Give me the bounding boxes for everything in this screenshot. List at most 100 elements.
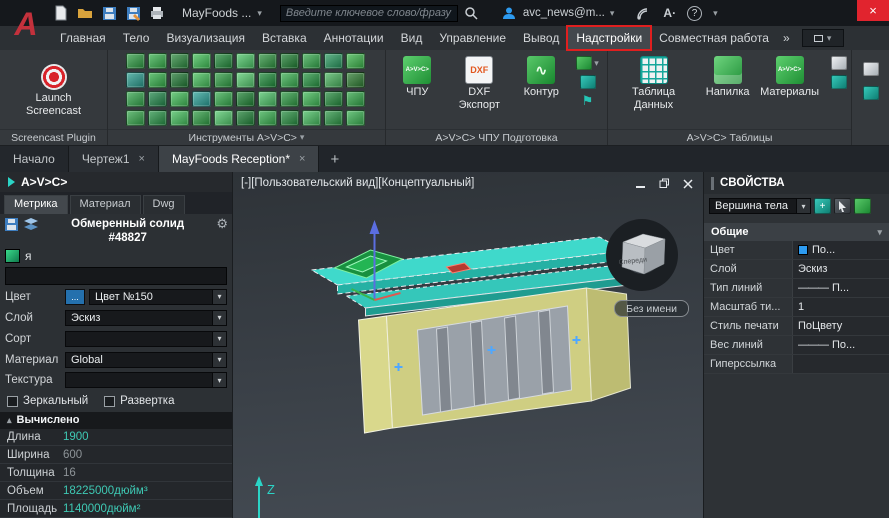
data-table-button[interactable]: Таблица Данных [612, 56, 695, 111]
solid-name-input[interactable] [5, 266, 227, 285]
chevron-down-icon[interactable]: ▾ [212, 331, 226, 346]
cnc-button[interactable]: A>V>C> ЧПУ [394, 56, 440, 99]
chevron-down-icon[interactable]: ▾ [212, 352, 226, 367]
chevron-down-icon[interactable]: ▾ [212, 289, 226, 304]
avc-tool-icon[interactable] [169, 53, 189, 69]
avc-tool-icon[interactable] [235, 72, 255, 88]
tab-vid[interactable]: Вид [393, 27, 431, 49]
avc-tool-icon[interactable] [257, 53, 277, 69]
color-combo[interactable]: Цвет №150 ▾ [89, 288, 227, 305]
mirror-checkbox[interactable]: Зеркальный [7, 395, 88, 407]
autodesk-app-icon[interactable]: A· [663, 6, 676, 20]
avc-tool-icon[interactable] [323, 91, 343, 107]
window-close-button[interactable]: × [857, 0, 889, 21]
prop-row-plot-style[interactable]: Стиль печати ПоЦвету [704, 317, 889, 336]
avc-tool-icon[interactable] [213, 110, 233, 126]
cnc-extra-tool-icon[interactable] [576, 56, 593, 70]
avc-tool-icon[interactable] [345, 91, 365, 107]
avc-tool-icon[interactable] [191, 91, 211, 107]
tab-vstavka[interactable]: Вставка [254, 27, 315, 49]
avc-tool-icon[interactable] [279, 72, 299, 88]
avc-tool-icon[interactable] [235, 91, 255, 107]
avc-tab-material[interactable]: Материал [69, 195, 141, 214]
prop-row-color[interactable]: Цвет По... [704, 241, 889, 260]
properties-header[interactable]: СВОЙСТВА [704, 172, 889, 194]
avc-tool-icon[interactable] [323, 72, 343, 88]
doc-tab-mayfoods[interactable]: MayFoods Reception* × [158, 146, 320, 172]
avc-tool-icon[interactable] [301, 91, 321, 107]
avc-tool-icon[interactable] [345, 72, 365, 88]
chevron-down-icon[interactable]: ▾ [212, 373, 226, 388]
tab-telo[interactable]: Тело [115, 27, 158, 49]
user-chevron-down-icon[interactable]: ▾ [610, 8, 615, 19]
search-input[interactable] [279, 4, 458, 22]
avc-tool-icon[interactable] [257, 91, 277, 107]
prop-row-linetype-scale[interactable]: Масштаб ти... 1 [704, 298, 889, 317]
tab-overflow-icon[interactable]: » [778, 31, 795, 45]
avc-tool-icon[interactable] [279, 110, 299, 126]
ribbon-display-options[interactable]: ▾ [801, 29, 844, 47]
save-icon[interactable] [100, 4, 118, 22]
unfold-checkbox[interactable]: Развертка [104, 395, 174, 407]
avc-tool-icon[interactable] [345, 110, 365, 126]
avc-tool-icon[interactable] [213, 91, 233, 107]
prop-row-linetype[interactable]: Тип линий ——— П... [704, 279, 889, 298]
materials-button[interactable]: A>V>C> Материалы [760, 56, 819, 99]
signed-in-user[interactable]: avc_news@m... ▾ [500, 4, 615, 22]
panel-chevron-down-icon[interactable]: ▾ [300, 132, 305, 143]
avc-tool-icon[interactable] [345, 53, 365, 69]
section-general[interactable]: Общие ▾ [704, 223, 889, 241]
broadcast-icon[interactable] [634, 4, 652, 22]
flag-icon[interactable]: ⚑ [582, 94, 594, 107]
avc-tool-icon[interactable] [147, 53, 167, 69]
chevron-down-icon[interactable]: ▾ [796, 199, 810, 213]
avc-tool-icon[interactable] [323, 53, 343, 69]
texture-combo[interactable]: ▾ [65, 372, 227, 389]
material-combo[interactable]: Global ▾ [65, 351, 227, 368]
quick-select-icon[interactable]: + [814, 198, 831, 214]
avc-tool-icon[interactable] [213, 72, 233, 88]
manual-icon[interactable] [862, 62, 879, 76]
doc-tab-close-icon[interactable]: × [139, 153, 145, 165]
layer-combo[interactable]: Эскиз ▾ [65, 309, 227, 326]
avc-tab-dwg[interactable]: Dwg [142, 195, 185, 214]
avc-tool-icon[interactable] [125, 91, 145, 107]
contour-button[interactable]: ∿ Контур [518, 56, 564, 99]
avc-tab-metrika[interactable]: Метрика [4, 195, 68, 214]
avc-tool-icon[interactable] [213, 53, 233, 69]
avc-tool-icon[interactable] [323, 110, 343, 126]
pickadd-toggle-icon[interactable] [854, 198, 871, 214]
search-icon[interactable] [462, 4, 480, 22]
avc-tool-icon[interactable] [301, 110, 321, 126]
avc-tool-icon[interactable] [147, 91, 167, 107]
cnc-extra-chevron-down-icon[interactable]: ▾ [594, 58, 599, 69]
tab-nadstroyki[interactable]: Надстройки [568, 27, 651, 49]
avc-tool-icon[interactable] [169, 110, 189, 126]
avc-tool-icon[interactable] [125, 72, 145, 88]
prop-row-layer[interactable]: Слой Эскиз [704, 260, 889, 279]
view-name-badge[interactable]: Без имени [614, 300, 689, 317]
avc-tool-icon[interactable] [235, 53, 255, 69]
prop-row-lineweight[interactable]: Вес линий ——— По... [704, 336, 889, 355]
avc-tool-icon[interactable] [301, 53, 321, 69]
close-icon[interactable] [683, 178, 693, 192]
avc-tool-icon[interactable] [147, 72, 167, 88]
chevron-down-icon[interactable]: ▾ [212, 310, 226, 325]
tab-upravlenie[interactable]: Управление [431, 27, 514, 49]
save-as-icon[interactable] [124, 4, 142, 22]
ribbon-options-chevron-down-icon[interactable]: ▾ [827, 33, 832, 44]
avc-tool-icon[interactable] [257, 110, 277, 126]
avc-tool-icon[interactable] [191, 53, 211, 69]
avc-tool-icon[interactable] [191, 72, 211, 88]
avc-tool-icon[interactable] [191, 110, 211, 126]
tab-vizualizaciya[interactable]: Визуализация [158, 27, 253, 49]
object-type-selector[interactable]: Вершина тела ▾ [709, 198, 811, 214]
tab-annotacii[interactable]: Аннотации [316, 27, 392, 49]
autocad-logo[interactable]: A [6, 2, 46, 46]
avc-tool-icon[interactable] [235, 110, 255, 126]
napilka-button[interactable]: Напилка [701, 56, 754, 99]
plot-icon[interactable] [148, 4, 166, 22]
tables-extra-tool-icon[interactable] [831, 56, 847, 70]
avc-tool-icon[interactable] [169, 72, 189, 88]
avc-tool-icon[interactable] [125, 110, 145, 126]
